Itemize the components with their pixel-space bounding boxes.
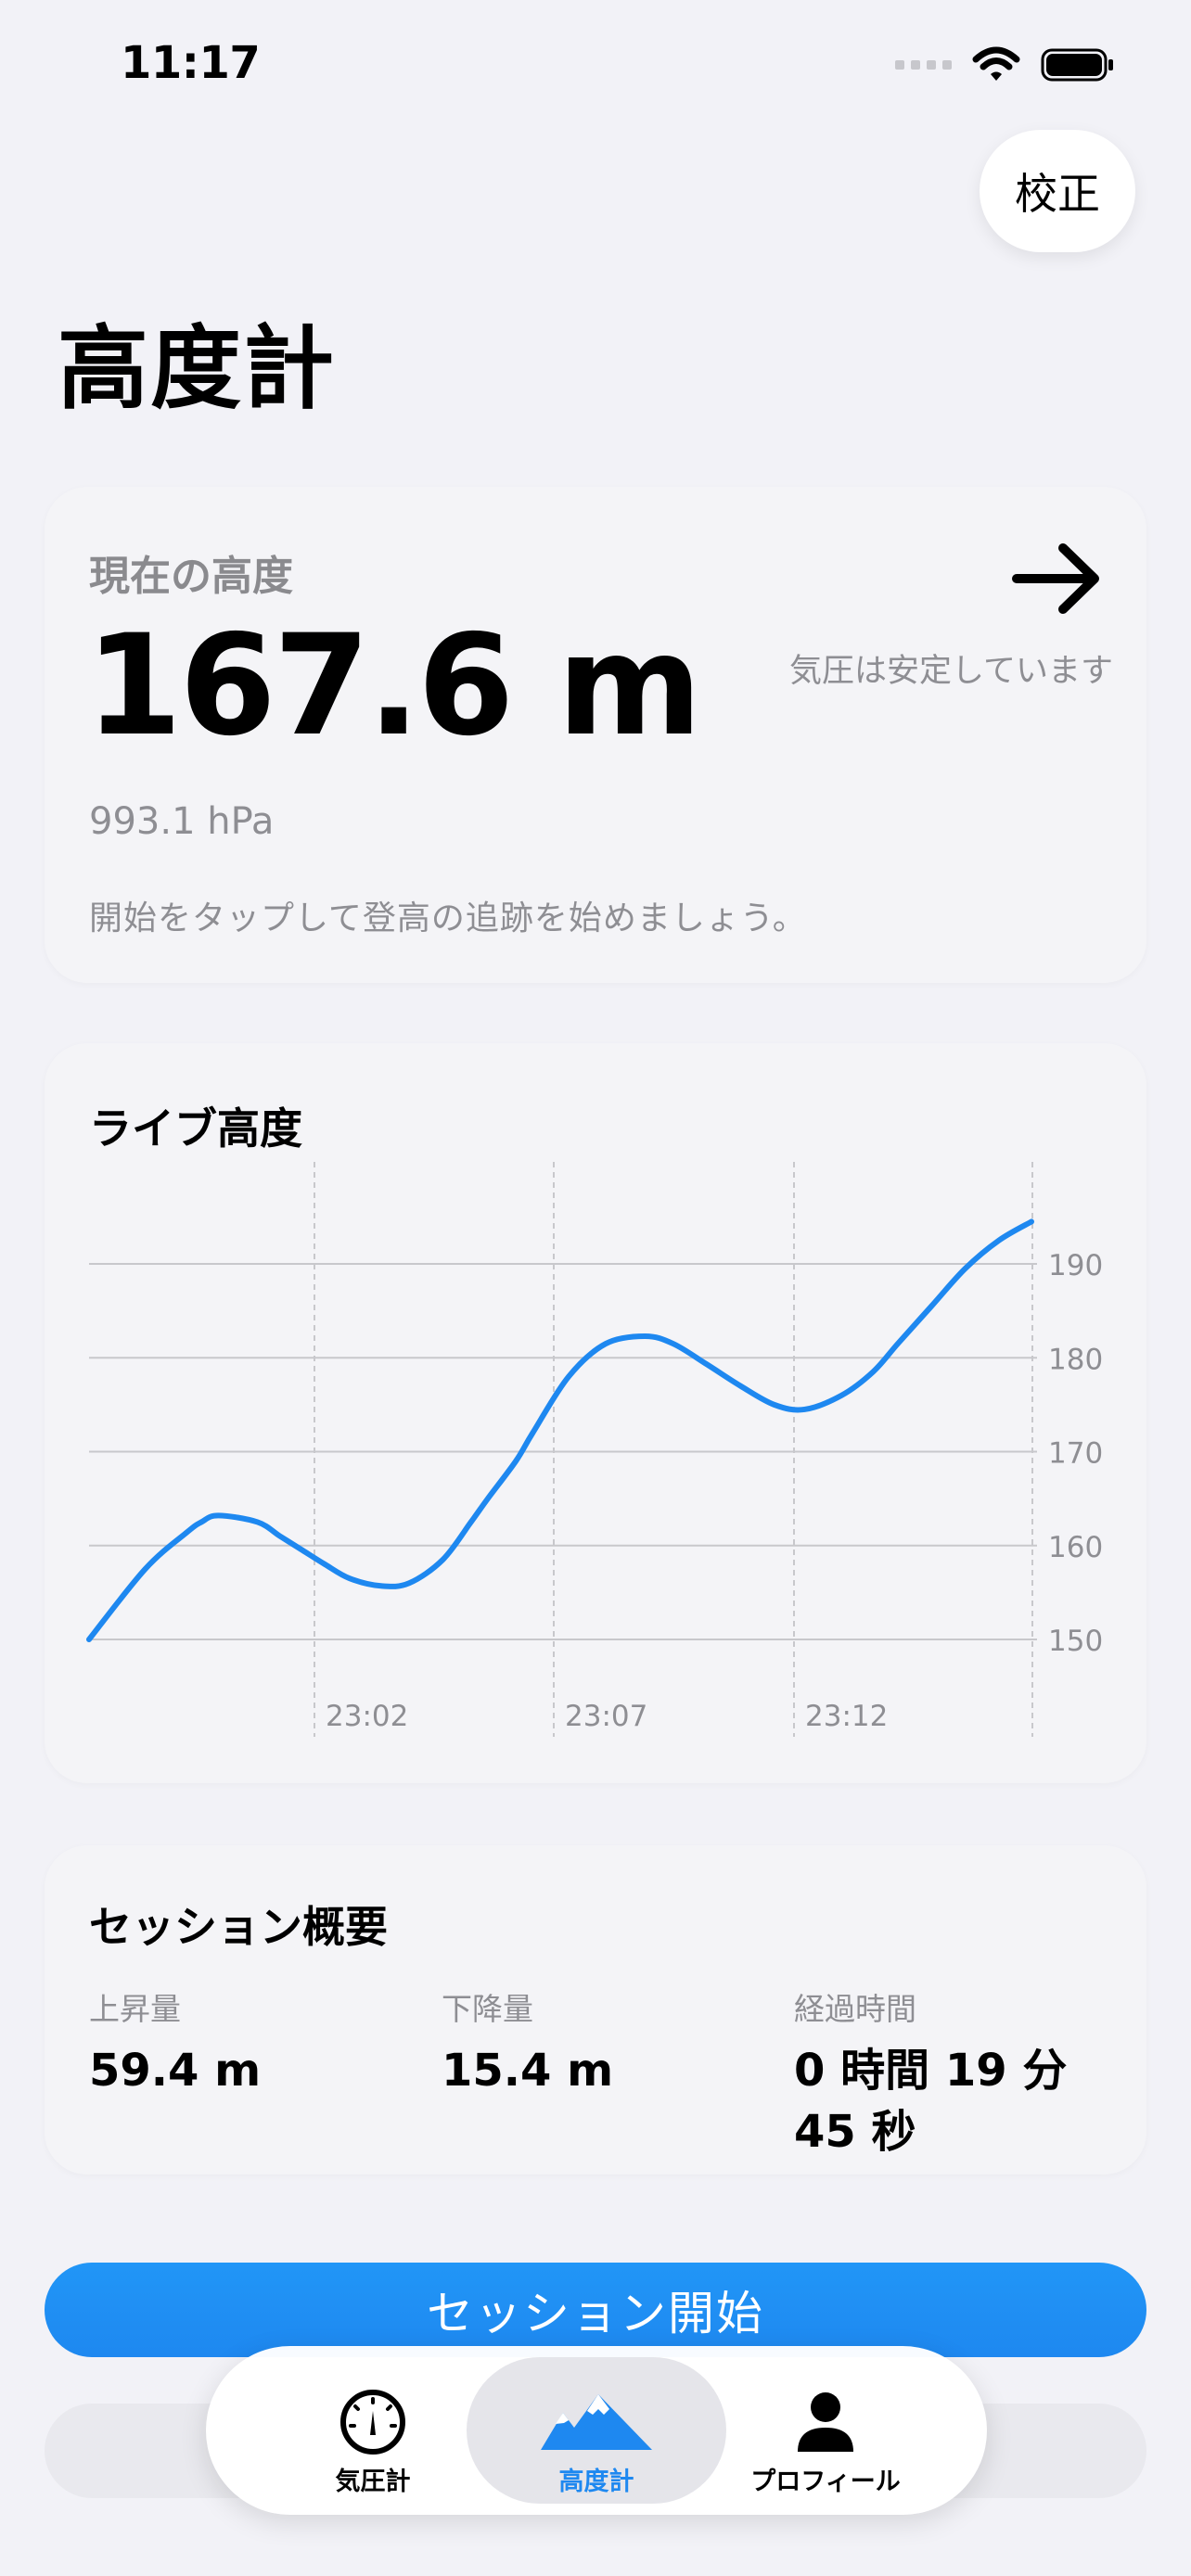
chart-y-ticks: 150 160 170 180 190 bbox=[1048, 1249, 1103, 1658]
chart-grid bbox=[89, 1263, 1037, 1640]
page-title: 高度計 bbox=[58, 316, 337, 422]
ascent-stat: 上昇量 59.4 m bbox=[89, 1984, 261, 2101]
y-tick-label: 190 bbox=[1048, 1249, 1103, 1282]
x-tick-label: 23:12 bbox=[805, 1700, 888, 1733]
pressure-trend-text: 気圧は安定しています bbox=[789, 653, 1113, 690]
altitude-series-line bbox=[86, 1218, 1034, 1642]
y-tick-label: 180 bbox=[1048, 1343, 1103, 1376]
elapsed-stat: 経過時間 0 時間 19 分 45 秒 bbox=[794, 1984, 1100, 2162]
tab-profile[interactable]: プロフィール bbox=[696, 2357, 955, 2504]
wifi-icon bbox=[972, 46, 1020, 81]
current-altitude-value: 167.6 m bbox=[85, 606, 702, 767]
y-tick-label: 150 bbox=[1048, 1625, 1103, 1658]
elapsed-value: 0 時間 19 分 45 秒 bbox=[794, 2045, 1068, 2158]
session-summary-title: セッション概要 bbox=[89, 1902, 388, 1952]
ascent-label: 上昇量 bbox=[89, 1991, 181, 2027]
y-tick-label: 170 bbox=[1048, 1437, 1103, 1471]
status-time: 11:17 bbox=[121, 37, 261, 89]
gauge-icon bbox=[340, 2390, 405, 2455]
x-tick-label: 23:02 bbox=[326, 1700, 408, 1733]
tab-altimeter-label: 高度計 bbox=[558, 2468, 634, 2496]
mountains-icon bbox=[541, 2394, 652, 2450]
start-session-button[interactable]: セッション開始 bbox=[45, 2263, 1146, 2357]
elapsed-label: 経過時間 bbox=[794, 1991, 916, 2027]
person-icon bbox=[798, 2392, 853, 2452]
status-icons bbox=[895, 46, 1115, 83]
live-altitude-card: 150 160 170 180 190 23:02 23:07 23:12 ライブ高度 bbox=[45, 1043, 1146, 1783]
tab-barometer-label: 気圧計 bbox=[335, 2468, 411, 2496]
y-tick-label: 160 bbox=[1048, 1531, 1103, 1564]
descent-label: 下降量 bbox=[442, 1991, 533, 2027]
current-altitude-card: 現在の高度 167.6 m 993.1 hPa 開始をタップして登高の追跡を始め… bbox=[45, 487, 1146, 983]
tab-barometer[interactable]: 気圧計 bbox=[243, 2357, 503, 2504]
current-pressure-value: 993.1 hPa bbox=[89, 800, 275, 843]
battery-icon bbox=[1041, 48, 1113, 82]
tab-altimeter[interactable]: 高度計 bbox=[467, 2357, 726, 2504]
tab-profile-label: プロフィール bbox=[750, 2468, 901, 2496]
cellular-signal-icon bbox=[895, 60, 952, 70]
screen: 11:17 校正 高度計 現在の高度 167.6 m 993.1 hPa 開始を… bbox=[0, 0, 1191, 2576]
tab-bar: 気圧計 高度計 プロフィール bbox=[206, 2346, 987, 2515]
descent-stat: 下降量 15.4 m bbox=[442, 1984, 613, 2101]
ascent-value: 59.4 m bbox=[89, 2045, 262, 2097]
chart-x-ticks: 23:02 23:07 23:12 bbox=[326, 1700, 888, 1733]
descent-value: 15.4 m bbox=[442, 2045, 614, 2097]
session-summary-card: セッション概要 上昇量 59.4 m 下降量 15.4 m 経過時間 0 時間 … bbox=[45, 1845, 1146, 2174]
chart-title: ライブ高度 bbox=[89, 1103, 302, 1154]
x-tick-label: 23:07 bbox=[565, 1700, 647, 1733]
arrow-right-icon bbox=[1012, 543, 1099, 614]
current-altitude-label: 現在の高度 bbox=[89, 553, 293, 600]
chart-x-gridlines bbox=[314, 1162, 1033, 1737]
start-hint-text: 開始をタップして登高の追跡を始めましょう。 bbox=[89, 899, 807, 937]
calibrate-button[interactable]: 校正 bbox=[980, 130, 1135, 252]
